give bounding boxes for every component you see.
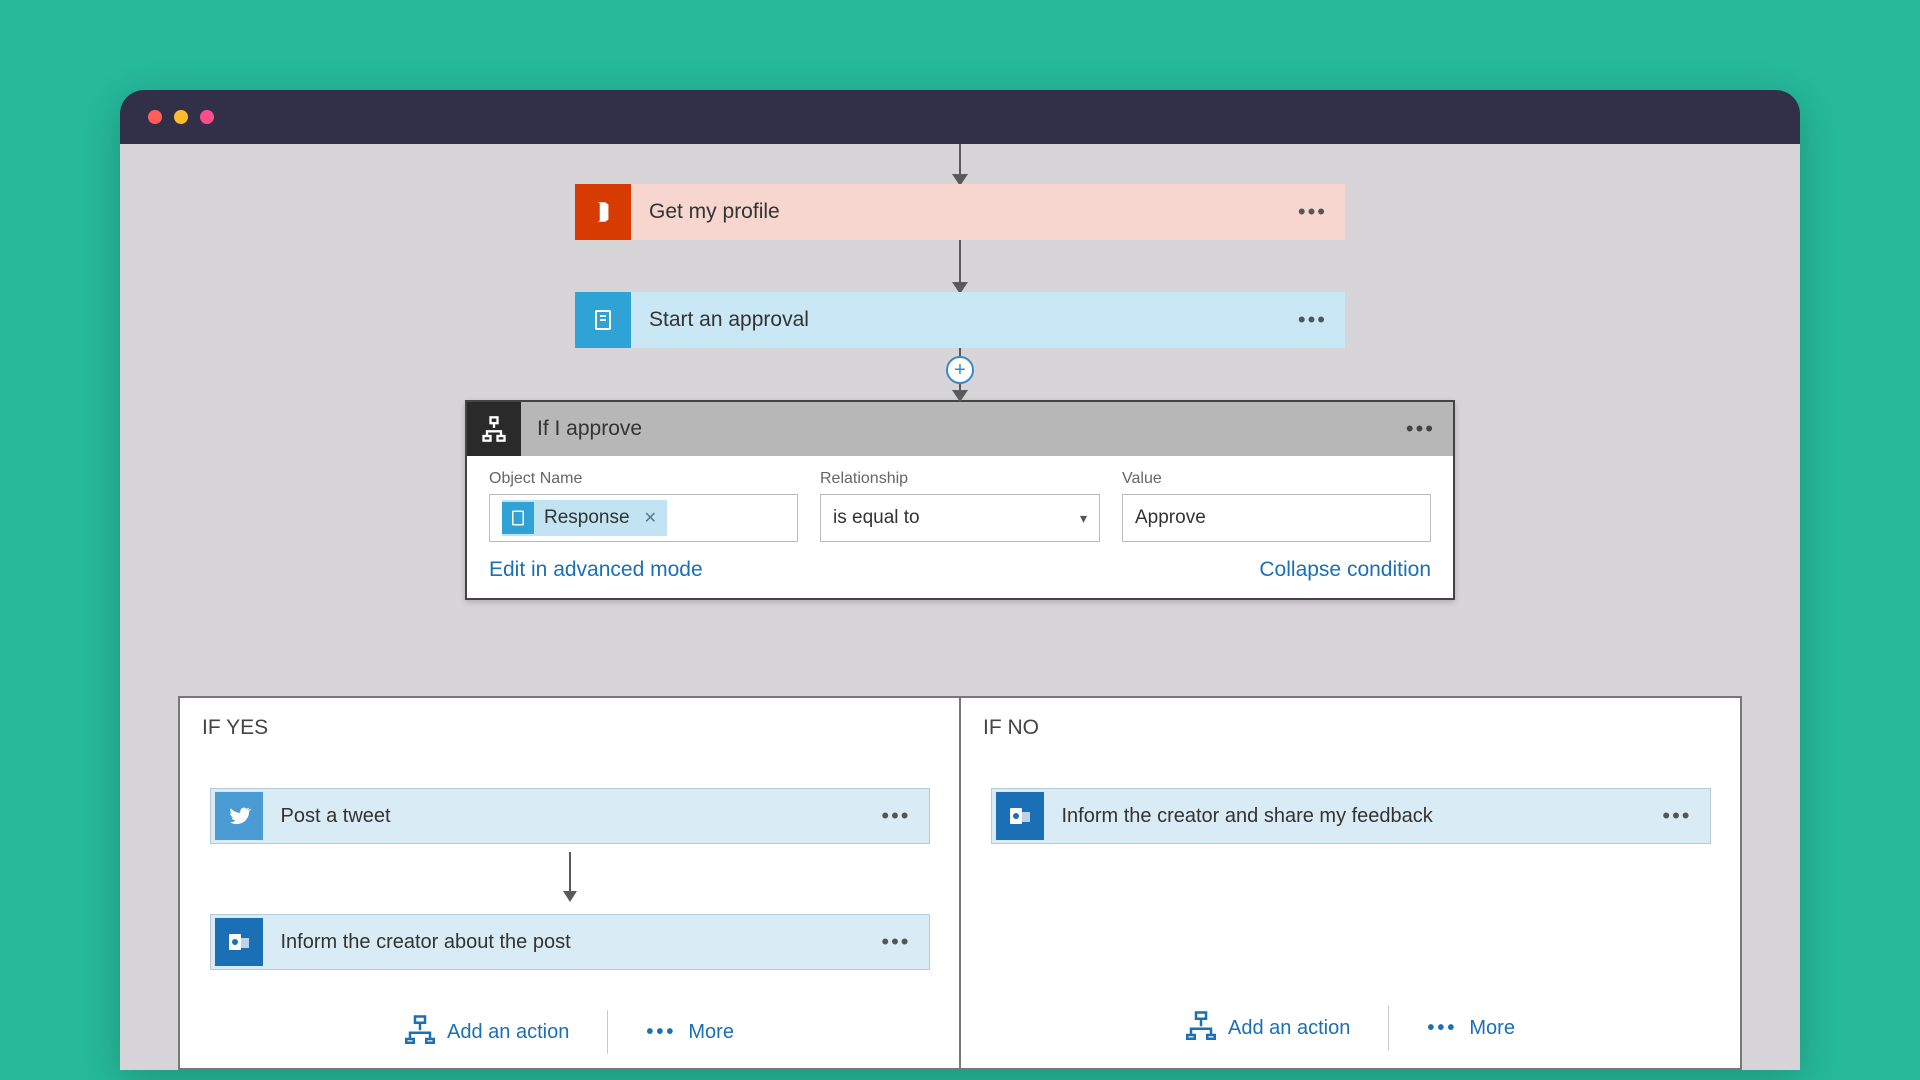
condition-header[interactable]: If I approve ••• [467,402,1453,456]
branch-title: IF NO [983,716,1718,740]
twitter-icon [215,792,263,840]
action-post-tweet[interactable]: Post a tweet ••• [210,788,930,844]
branch-yes: IF YES Post a tweet ••• Infor [178,698,961,1070]
arrow-icon [569,852,571,900]
dots-icon: ••• [1427,1017,1457,1040]
arrow-icon [959,144,961,184]
flow-canvas: Get my profile ••• Start an approval •••… [120,144,1800,1070]
condition-links: Edit in advanced mode Collapse condition [467,548,1453,598]
outlook-icon [215,918,263,966]
more-icon[interactable]: ••• [1406,416,1453,442]
condition-title: If I approve [521,417,1406,441]
chevron-down-icon: ▾ [1080,510,1087,527]
window-minimize-dot[interactable] [174,110,188,124]
branch-no: IF NO Inform the creator and share my fe… [961,698,1742,1070]
add-action-label: Add an action [447,1021,569,1044]
branch-footer: Add an action ••• More [367,1006,772,1058]
edit-advanced-link[interactable]: Edit in advanced mode [489,558,703,582]
collapse-condition-link[interactable]: Collapse condition [1259,558,1431,582]
action-inform-creator-post[interactable]: Inform the creator about the post ••• [210,914,930,970]
branch-footer: Add an action ••• More [1148,1002,1553,1054]
more-icon[interactable]: ••• [1298,199,1345,225]
field-label: Relationship [820,470,1100,488]
field-label: Object Name [489,470,798,488]
flow-top-column: Get my profile ••• Start an approval •••… [120,144,1800,600]
relationship-select[interactable]: is equal to ▾ [820,494,1100,542]
action-label: Post a tweet [267,805,882,828]
add-action-button[interactable]: Add an action [367,1006,607,1058]
relationship-field: Relationship is equal to ▾ [820,470,1100,542]
condition-card: If I approve ••• Object Name Response [465,400,1455,600]
token-remove-icon[interactable]: ✕ [640,508,657,528]
more-icon[interactable]: ••• [881,929,928,955]
field-label: Value [1122,470,1431,488]
action-inform-creator-feedback[interactable]: Inform the creator and share my feedback… [991,788,1711,844]
more-label: More [688,1021,734,1044]
outlook-icon [996,792,1044,840]
arrow-icon [959,240,961,292]
value-text: Approve [1135,507,1206,529]
branch-title: IF YES [202,716,937,740]
token-icon [502,502,534,534]
add-action-label: Add an action [1228,1017,1350,1040]
add-action-button[interactable]: Add an action [1148,1002,1388,1054]
add-step-button[interactable]: + [946,356,974,384]
more-icon[interactable]: ••• [881,803,928,829]
more-button[interactable]: ••• More [608,1013,772,1052]
window-close-dot[interactable] [148,110,162,124]
step-start-approval[interactable]: Start an approval ••• [575,292,1345,348]
approval-icon [575,292,631,348]
more-button[interactable]: ••• More [1389,1009,1553,1048]
add-action-icon [405,1014,435,1050]
window-titlebar [120,90,1800,144]
token-label: Response [544,507,630,529]
condition-icon [467,402,521,456]
object-name-field: Object Name Response ✕ [489,470,798,542]
value-field: Value Approve [1122,470,1431,542]
more-label: More [1469,1017,1515,1040]
step-label: Get my profile [631,200,1298,224]
condition-branches: IF YES Post a tweet ••• Infor [178,696,1742,1070]
step-get-profile[interactable]: Get my profile ••• [575,184,1345,240]
office-icon [575,184,631,240]
add-action-icon [1186,1010,1216,1046]
condition-body: Object Name Response ✕ Re [467,456,1453,548]
select-value: is equal to [833,507,920,529]
action-label: Inform the creator and share my feedback [1048,805,1663,828]
more-icon[interactable]: ••• [1298,307,1345,333]
more-icon[interactable]: ••• [1662,803,1709,829]
response-token[interactable]: Response ✕ [502,500,667,536]
dots-icon: ••• [646,1021,676,1044]
action-label: Inform the creator about the post [267,931,882,954]
object-name-input[interactable]: Response ✕ [489,494,798,542]
window-zoom-dot[interactable] [200,110,214,124]
value-input[interactable]: Approve [1122,494,1431,542]
step-label: Start an approval [631,308,1298,332]
browser-frame: Get my profile ••• Start an approval •••… [120,90,1800,1070]
